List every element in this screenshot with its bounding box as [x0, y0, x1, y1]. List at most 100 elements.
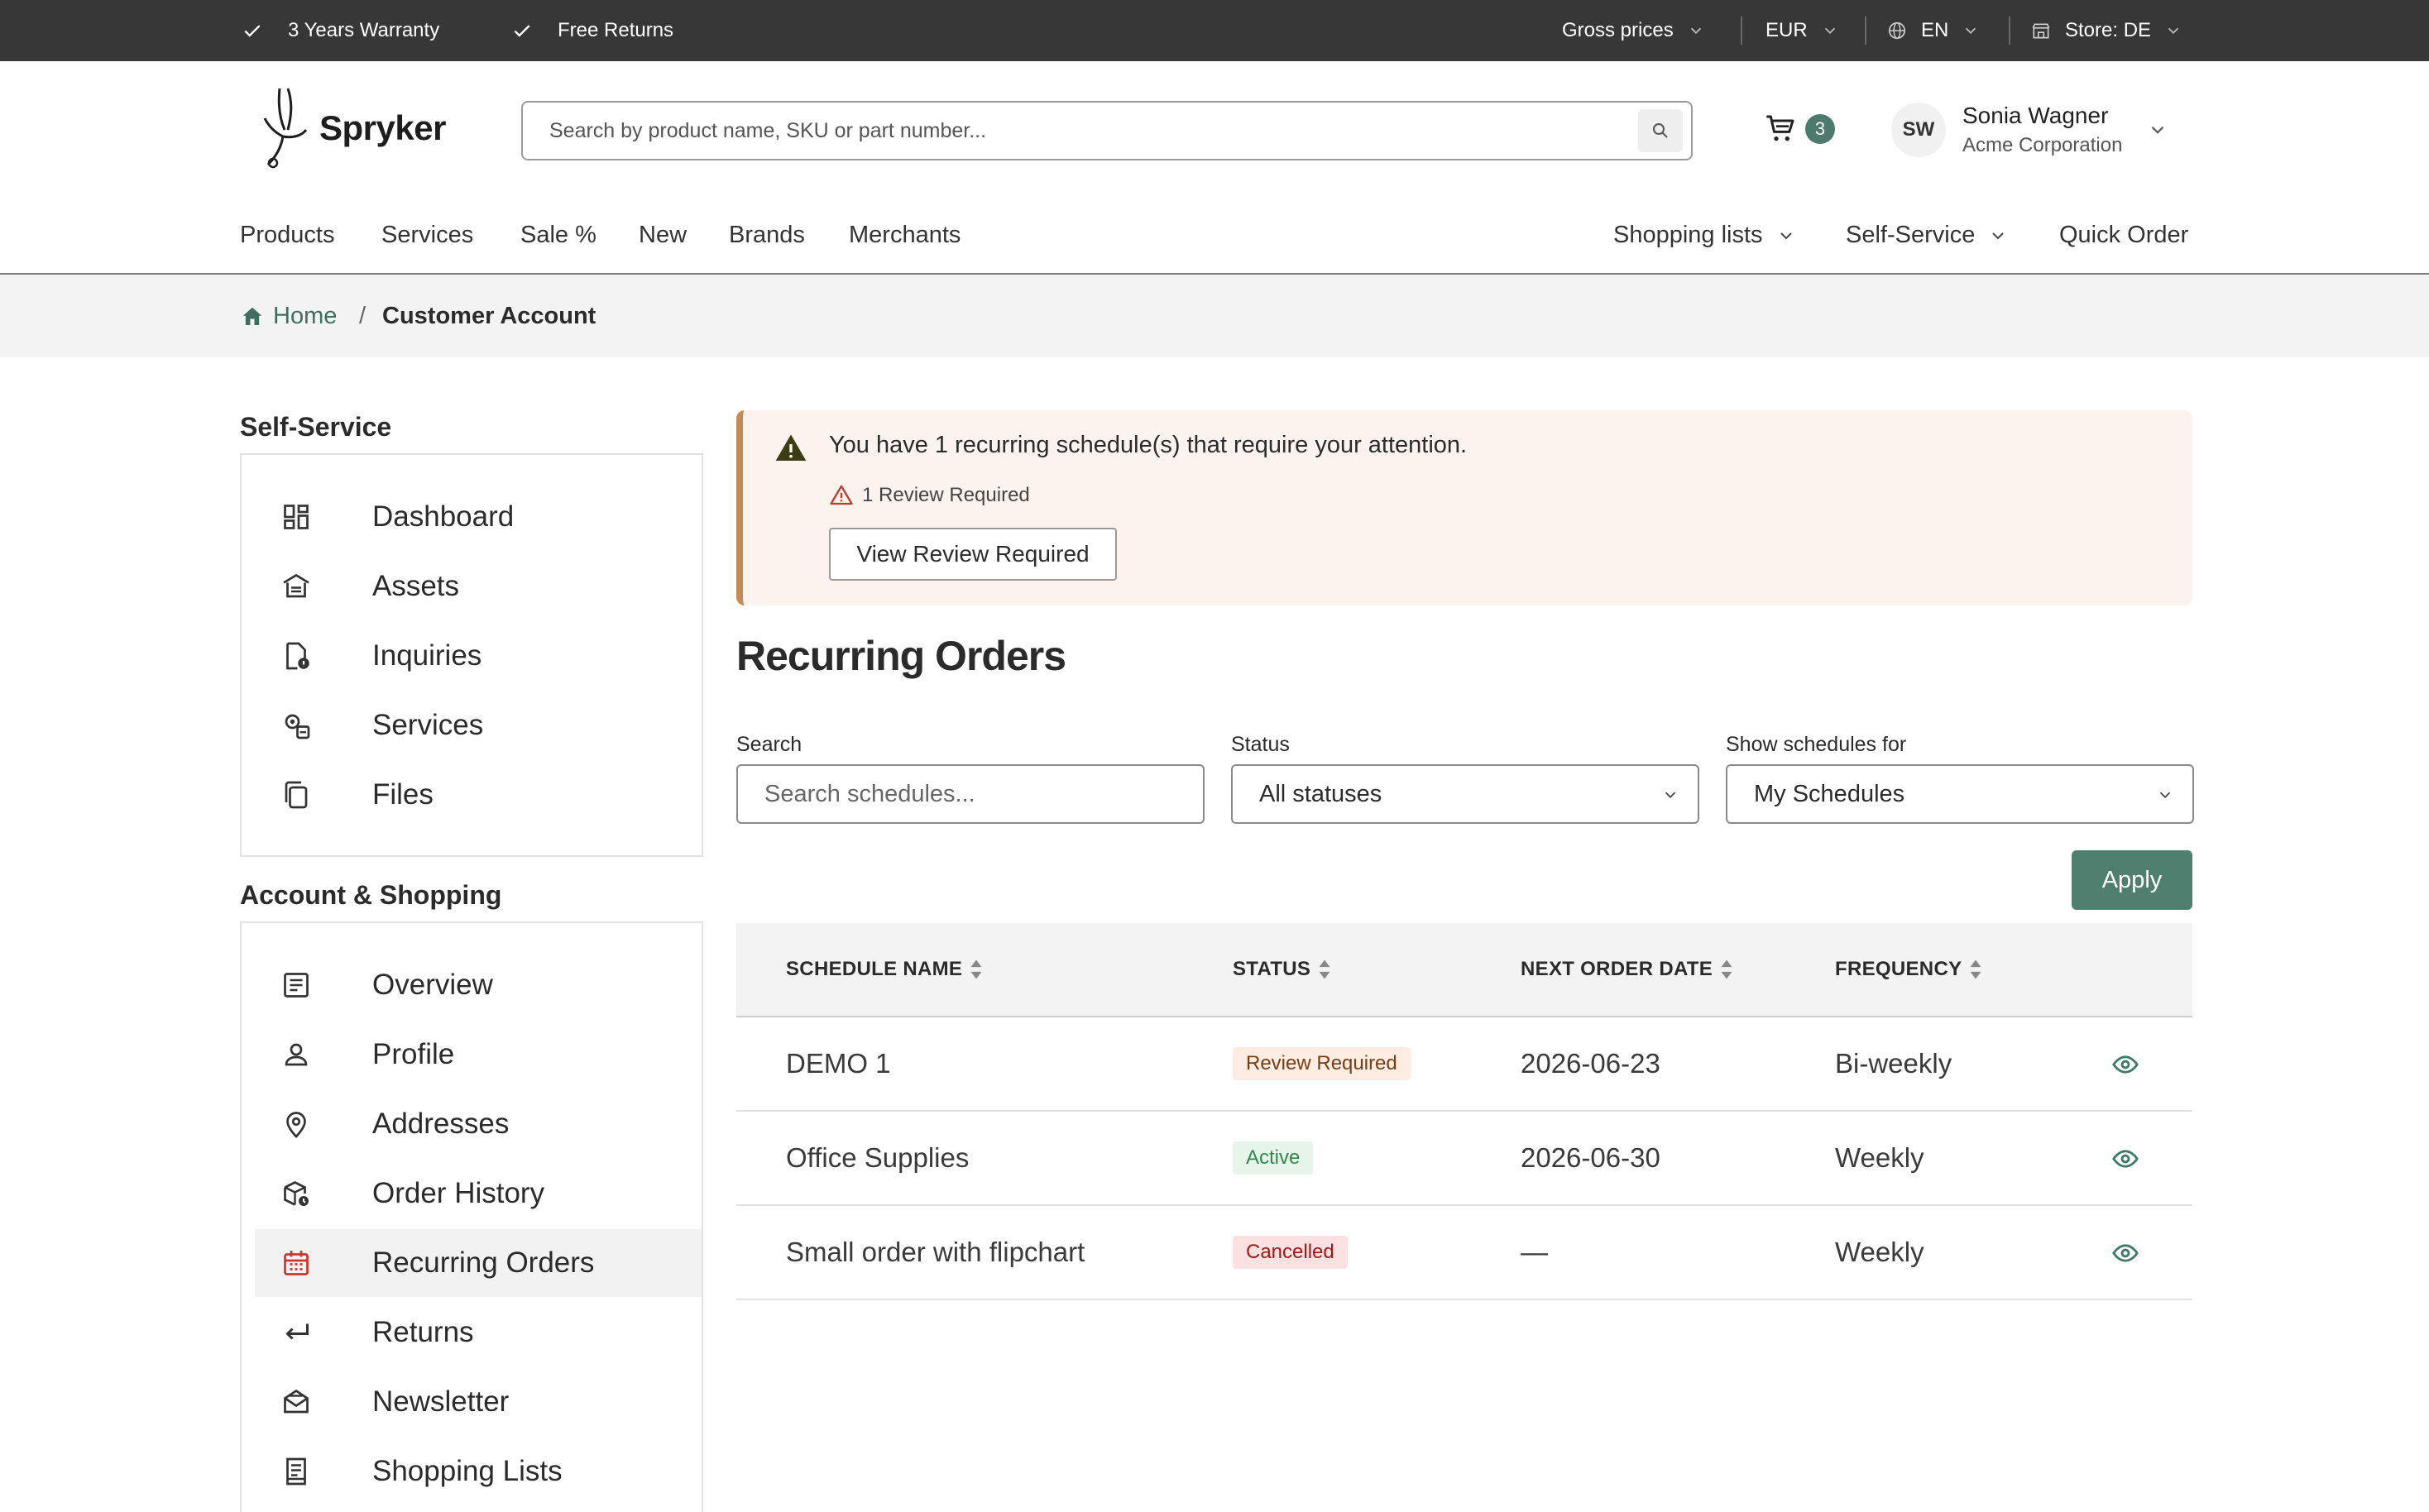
- nav-sale[interactable]: Sale %: [520, 222, 596, 249]
- nav-self-service[interactable]: Self-Service: [1846, 222, 2008, 249]
- nav-label: Merchants: [849, 222, 961, 248]
- user-menu[interactable]: SW Sonia Wagner Acme Corporation: [1891, 103, 2168, 157]
- top-utility-bar: 3 Years Warranty Free Returns Gross pric…: [0, 0, 2429, 61]
- product-search-input[interactable]: [523, 103, 1623, 159]
- sidebar-item-label: Overview: [372, 969, 493, 1001]
- sidebar-item-label: Services: [372, 709, 484, 741]
- user-company: Acme Corporation: [1962, 134, 2123, 156]
- profile-icon: [285, 1043, 308, 1066]
- table-row: DEMO 1 Review Required 2026-06-23 Bi-wee…: [736, 1017, 2192, 1112]
- column-label: SCHEDULE NAME: [786, 958, 963, 980]
- globe-icon: [1888, 22, 1906, 40]
- usp-warranty: 3 Years Warranty: [242, 0, 439, 61]
- view-review-required-button[interactable]: View Review Required: [829, 528, 1117, 581]
- breadcrumb-home[interactable]: Home: [240, 303, 337, 330]
- breadcrumb-home-label: Home: [273, 303, 338, 329]
- column-header-schedule-name[interactable]: SCHEDULE NAME: [786, 958, 984, 981]
- search-filter-label: Search: [736, 733, 802, 756]
- nav-quick-order[interactable]: Quick Order: [2059, 222, 2188, 249]
- sidebar-item-assets[interactable]: Assets: [255, 553, 702, 620]
- sidebar-item-order-history[interactable]: Order History: [255, 1160, 702, 1227]
- status-filter-label: Status: [1231, 733, 1290, 756]
- nav-label: Products: [240, 222, 335, 248]
- table-row: Office Supplies Active 2026-06-30 Weekly: [736, 1112, 2192, 1206]
- column-header-status[interactable]: STATUS: [1233, 958, 1332, 981]
- language-selector[interactable]: EN: [1886, 0, 1980, 61]
- currency-selector[interactable]: EUR: [1765, 0, 1839, 61]
- attention-alert: You have 1 recurring schedule(s) that re…: [736, 410, 2192, 605]
- usp-returns: Free Returns: [511, 0, 673, 61]
- sidebar-item-shopping-lists[interactable]: Shopping Lists: [255, 1438, 702, 1505]
- next-order-date: —: [1521, 1237, 1548, 1267]
- chevron-down-icon: [1992, 232, 2005, 239]
- breadcrumb-separator: /: [359, 303, 367, 329]
- status-cell: Review Required: [1233, 1017, 1411, 1110]
- dashboard-icon: [284, 505, 309, 529]
- sidebar-item-newsletter[interactable]: Newsletter: [255, 1368, 702, 1436]
- column-label: FREQUENCY: [1835, 958, 1962, 980]
- column-header-frequency[interactable]: FREQUENCY: [1835, 958, 1983, 981]
- column-header-next-order-date[interactable]: NEXT ORDER DATE: [1521, 958, 1734, 981]
- sidebar-item-profile[interactable]: Profile: [255, 1021, 702, 1089]
- sidebar-heading-account: Account & Shopping: [240, 880, 502, 910]
- return-arrow-icon: [285, 1323, 309, 1340]
- cart-button[interactable]: 3: [1764, 112, 1835, 146]
- chevron-down-icon: [2159, 792, 2171, 799]
- apply-button[interactable]: Apply: [2072, 850, 2192, 910]
- eye-icon[interactable]: [2111, 1050, 2139, 1079]
- nav-shopping-lists[interactable]: Shopping lists: [1613, 222, 1796, 249]
- chevron-down-icon: [1966, 27, 1976, 35]
- sidebar-item-dashboard[interactable]: Dashboard: [255, 483, 702, 551]
- store-label: Store: DE: [2065, 19, 2152, 41]
- sidebar-item-label: Addresses: [372, 1108, 510, 1140]
- status-select[interactable]: All statuses: [1231, 764, 1699, 824]
- nav-brands[interactable]: Brands: [729, 222, 805, 249]
- eye-icon[interactable]: [2111, 1239, 2139, 1267]
- sidebar-item-inquiries[interactable]: Inquiries: [255, 622, 702, 690]
- schedule-search-input[interactable]: [764, 766, 1203, 822]
- main-navigation: Products Services Sale % New Brands Merc…: [0, 207, 2429, 275]
- chevron-down-icon: [2152, 126, 2164, 134]
- sidebar-account-shopping: Overview Profile Addresses Order History…: [240, 921, 703, 1512]
- nav-products[interactable]: Products: [240, 222, 334, 249]
- sort-icon: [970, 959, 982, 979]
- sidebar-item-overview[interactable]: Overview: [255, 951, 702, 1019]
- sidebar-item-recurring-orders[interactable]: Recurring Orders: [255, 1229, 702, 1297]
- logo[interactable]: Spryker: [255, 83, 446, 174]
- price-mode-selector[interactable]: Gross prices: [1562, 0, 1705, 61]
- logo-antelope-icon: [263, 88, 308, 169]
- location-pin-icon: [286, 1112, 306, 1138]
- search-button[interactable]: [1638, 109, 1683, 152]
- eye-icon[interactable]: [2111, 1145, 2139, 1173]
- language-label: EN: [1921, 19, 1949, 41]
- price-mode-label: Gross prices: [1562, 19, 1674, 41]
- schedule-name: Office Supplies: [786, 1142, 970, 1173]
- show-schedules-select[interactable]: My Schedules: [1726, 764, 2194, 824]
- sidebar-item-addresses[interactable]: Addresses: [255, 1090, 702, 1158]
- warning-icon: [775, 434, 807, 461]
- nav-label: Quick Order: [2059, 222, 2189, 248]
- calendar-icon: [284, 1251, 309, 1275]
- sidebar-item-files[interactable]: Files: [255, 761, 702, 829]
- schedule-name: DEMO 1: [786, 1048, 891, 1079]
- chevron-down-icon: [1665, 792, 1676, 799]
- store-icon: [2032, 23, 2050, 39]
- chevron-down-icon: [2168, 27, 2179, 35]
- store-selector[interactable]: Store: DE: [2030, 0, 2182, 61]
- page-title: Recurring Orders: [736, 633, 1066, 679]
- home-icon: [242, 307, 262, 325]
- nav-new[interactable]: New: [639, 222, 687, 249]
- product-search: [521, 101, 1693, 160]
- nav-services[interactable]: Services: [381, 222, 473, 249]
- show-schedules-value: My Schedules: [1754, 780, 1905, 807]
- frequency: Weekly: [1835, 1237, 1924, 1267]
- nav-merchants[interactable]: Merchants: [849, 222, 961, 249]
- column-label: NEXT ORDER DATE: [1521, 958, 1713, 980]
- files-icon: [285, 781, 308, 809]
- sidebar-item-services[interactable]: Services: [255, 691, 702, 759]
- status-badge: Review Required: [1233, 1047, 1411, 1080]
- user-name: Sonia Wagner: [1962, 103, 2109, 128]
- chevron-down-icon: [1690, 27, 1701, 35]
- sidebar-item-returns[interactable]: Returns: [255, 1299, 702, 1366]
- column-label: STATUS: [1233, 958, 1311, 980]
